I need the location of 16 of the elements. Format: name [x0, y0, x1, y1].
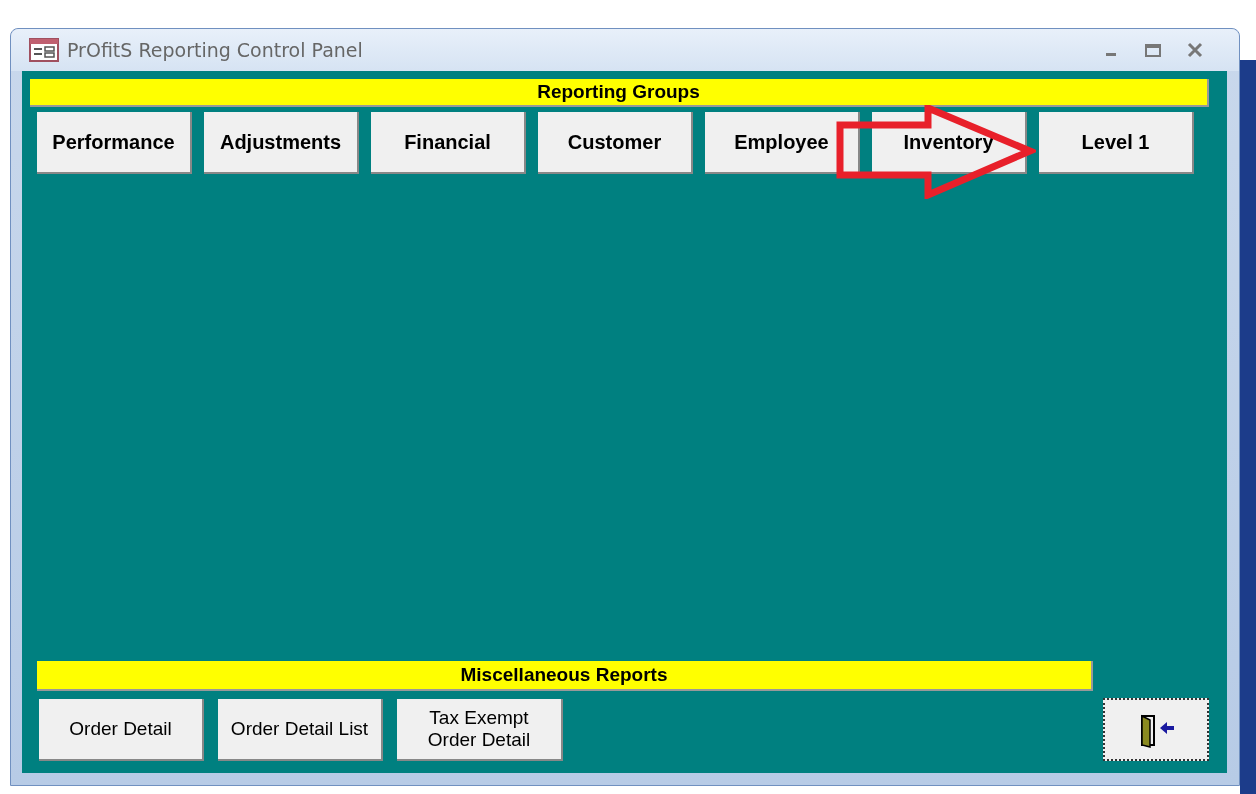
window-title: PrOfitS Reporting Control Panel — [67, 39, 363, 61]
report-group-button[interactable]: Level 1 — [1039, 112, 1194, 174]
form-icon — [29, 38, 59, 62]
report-button[interactable]: Order Detail — [39, 699, 204, 761]
report-group-button[interactable]: Employee — [705, 112, 860, 174]
report-group-button[interactable]: Performance — [37, 112, 192, 174]
exit-button[interactable] — [1103, 698, 1209, 761]
section-header: Reporting Groups — [30, 79, 1209, 107]
report-group-button[interactable]: Customer — [538, 112, 693, 174]
report-button[interactable]: Order Detail List — [218, 699, 383, 761]
minimize-icon — [1106, 52, 1116, 56]
report-button[interactable]: Tax Exempt Order Detail — [397, 699, 563, 761]
report-group-button[interactable]: Adjustments — [204, 112, 359, 174]
section-header: Miscellaneous Reports — [37, 661, 1093, 691]
close-icon — [1185, 40, 1205, 60]
report-group-button[interactable]: Financial — [371, 112, 526, 174]
